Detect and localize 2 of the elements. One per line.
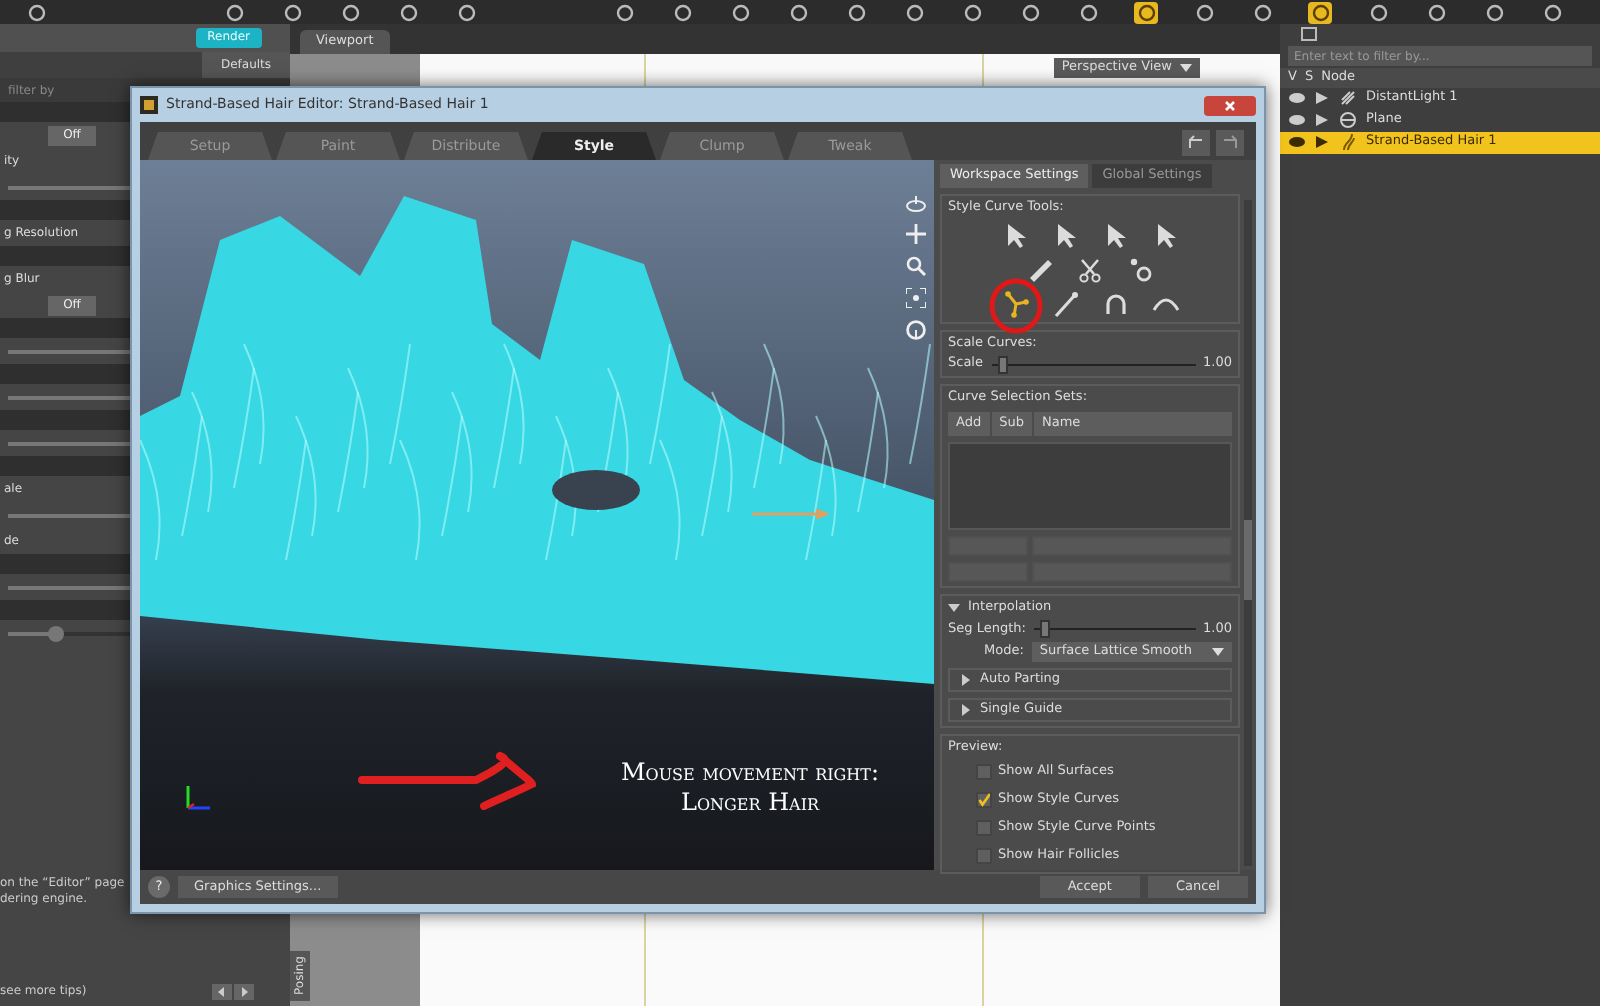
annotation-text: Longer Hair xyxy=(680,788,820,818)
annotation-text: Mouse movement right: xyxy=(620,758,880,788)
